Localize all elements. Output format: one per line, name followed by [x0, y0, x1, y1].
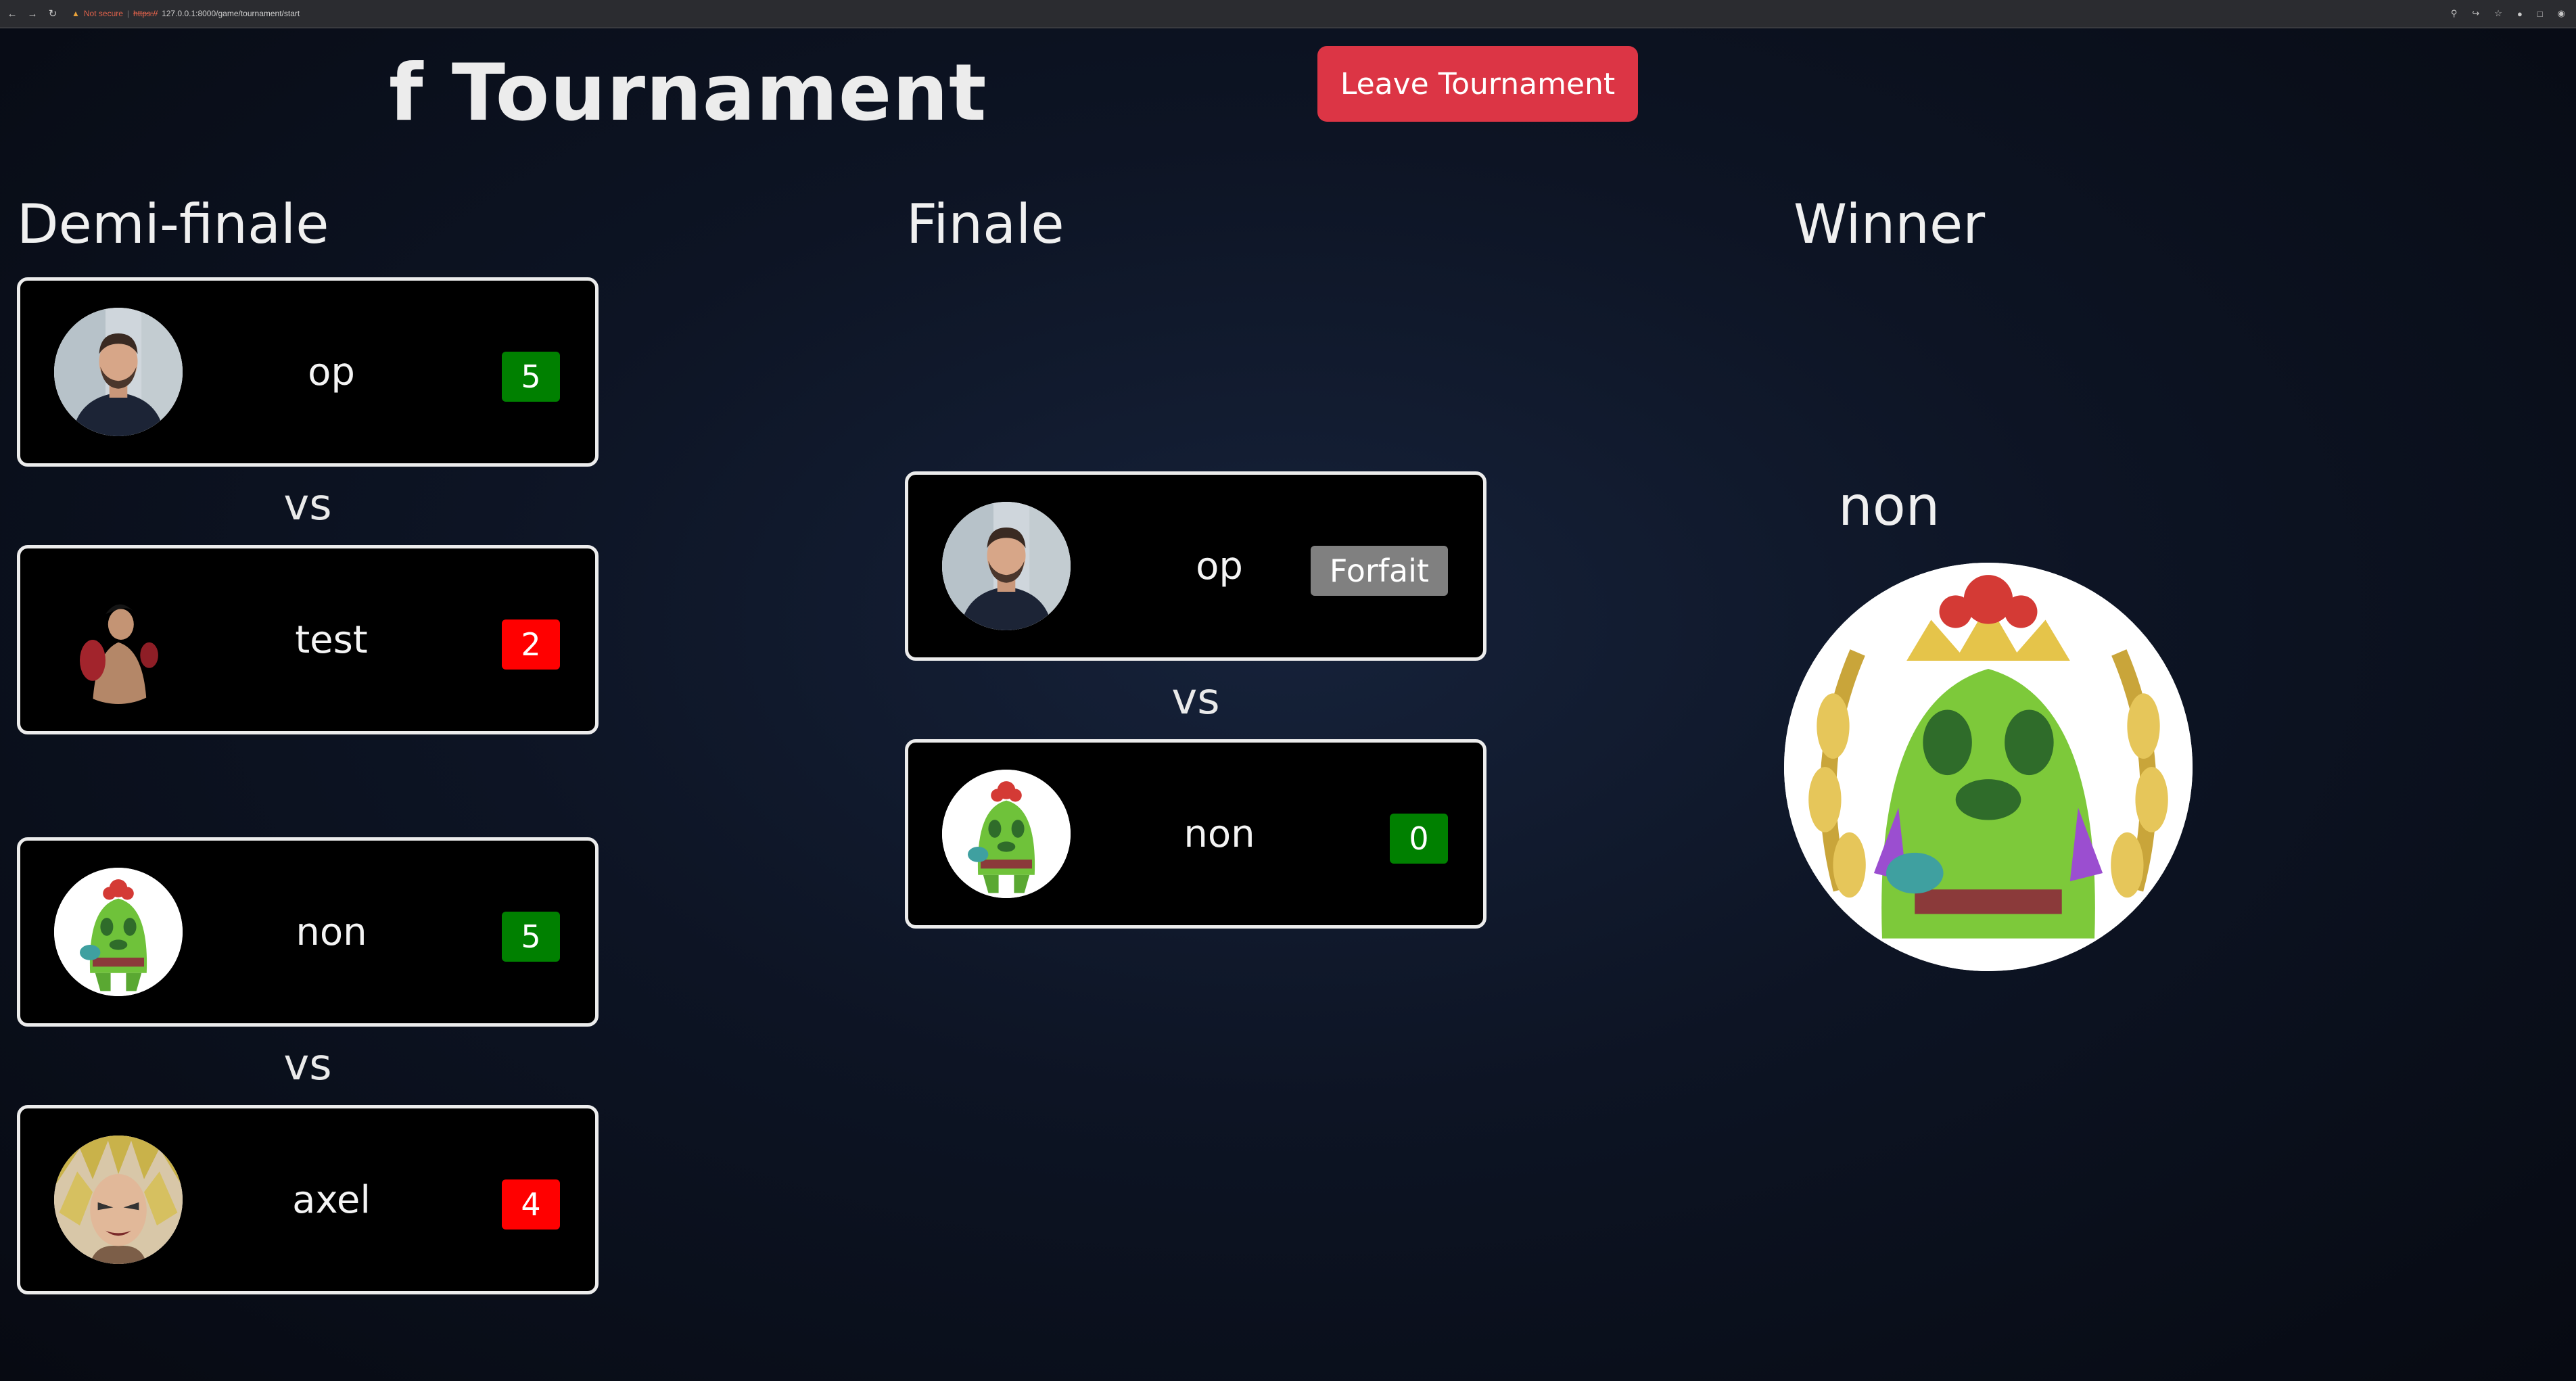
player-name: non [296, 910, 367, 954]
share-icon[interactable]: ↪ [2472, 8, 2479, 19]
winner-avatar [1784, 563, 2193, 971]
semifinal-heading: Demi-finale [17, 193, 329, 256]
security-label: Not secure [83, 9, 123, 18]
url-path: 127.0.0.1:8000/game/tournament/start [162, 9, 300, 18]
player-name: non [1184, 812, 1255, 856]
account-icon[interactable]: ◉ [2558, 8, 2565, 19]
player-avatar [54, 1136, 183, 1264]
leave-tournament-button[interactable]: Leave Tournament [1317, 46, 1638, 122]
player-name: axel [292, 1177, 371, 1222]
semifinal-1-player-2-card: test 2 [17, 545, 599, 734]
browser-toolbar: ← → ↻ ▲ Not secure | https:// 127.0.0.1:8… [0, 0, 2576, 28]
player-name: op [308, 350, 355, 394]
vs-label: vs [283, 1040, 332, 1090]
profile-icon[interactable]: ● [2517, 9, 2523, 19]
back-arrow-icon[interactable]: ← [7, 8, 18, 20]
page-title: f Tournament [389, 47, 987, 139]
player-avatar [54, 308, 183, 436]
final-heading: Finale [906, 193, 1064, 256]
player-name: test [295, 617, 368, 662]
score-badge: 0 [1390, 814, 1448, 864]
score-badge: 5 [502, 912, 560, 962]
address-bar[interactable]: ▲ Not secure | https:// 127.0.0.1:8000/ga… [72, 4, 300, 23]
final-player-2-card: non 0 [905, 739, 1486, 929]
player-avatar [54, 868, 183, 996]
forfeit-badge: Forfait [1310, 546, 1448, 596]
warning-icon: ▲ [72, 9, 80, 18]
player-avatar [54, 576, 183, 704]
semifinal-1-player-1-card: op 5 [17, 277, 599, 467]
score-badge: 4 [502, 1179, 560, 1230]
vs-label: vs [283, 480, 332, 530]
zoom-icon[interactable]: ⚲ [2451, 8, 2458, 19]
winner-name: non [1838, 475, 1940, 538]
score-badge: 2 [502, 619, 560, 670]
bookmark-star-icon[interactable]: ☆ [2494, 8, 2502, 19]
winner-heading: Winner [1794, 193, 1986, 256]
final-player-1-card: op Forfait [905, 471, 1486, 661]
semifinal-2-player-2-card: axel 4 [17, 1105, 599, 1294]
score-badge: 5 [502, 352, 560, 402]
semifinal-2-player-1-card: non 5 [17, 837, 599, 1027]
reload-icon[interactable]: ↻ [47, 8, 58, 20]
player-name: op [1196, 544, 1243, 588]
forward-arrow-icon[interactable]: → [27, 8, 38, 20]
player-avatar [942, 502, 1071, 630]
url-separator: | [126, 9, 130, 18]
sidebar-icon[interactable]: □ [2537, 9, 2543, 19]
url-scheme: https:// [133, 9, 158, 18]
player-avatar [942, 770, 1071, 898]
vs-label: vs [1171, 674, 1220, 724]
